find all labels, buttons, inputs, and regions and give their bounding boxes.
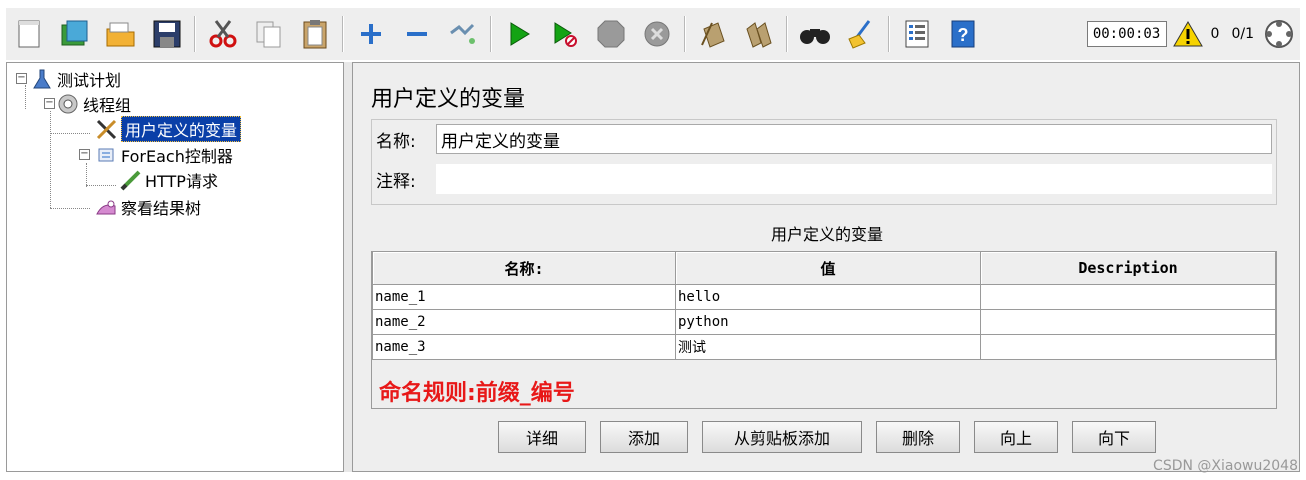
toolbar-separator [490,16,492,52]
move-down-button[interactable]: 向下 [1072,421,1156,453]
tree-item-http-request[interactable]: HTTP请求 [119,168,218,192]
config-element-icon [95,118,117,140]
add-button[interactable]: 添加 [600,421,688,453]
tree-item-test-plan[interactable]: 测试计划 [31,67,121,91]
toggle-icon[interactable] [445,16,481,52]
table-caption: 用户定义的变量 [770,225,883,244]
test-plan-icon [31,68,53,90]
cell-name[interactable]: name_1 [372,284,676,310]
tree-item-view-results-tree[interactable]: 察看结果树 [95,195,201,219]
foreach-controller-icon [95,144,117,166]
tree-item-foreach-controller[interactable]: ForEach控制器 [95,143,233,167]
cell-name[interactable]: name_2 [372,309,676,335]
start-no-pause-icon[interactable] [547,16,583,52]
tree-item-user-defined-variables[interactable]: 用户定义的变量 [95,116,242,142]
clear-icon[interactable] [695,16,731,52]
new-icon[interactable] [11,16,47,52]
stop-icon[interactable] [593,16,629,52]
delete-button[interactable]: 删除 [876,421,960,453]
name-comment-group: 名称: 用户定义的变量 注释: [371,119,1277,205]
move-up-button[interactable]: 向上 [974,421,1058,453]
tree-item-label: HTTP请求 [145,172,218,191]
cut-icon[interactable] [205,16,241,52]
cell-value[interactable]: hello [675,284,981,310]
tree-item-label: ForEach控制器 [121,147,233,166]
paste-icon[interactable] [297,16,333,52]
comment-field[interactable] [436,164,1272,194]
http-sampler-icon [119,169,141,191]
variables-table: 名称: 值 Description name_1 hello name_2 py… [372,252,1276,360]
open-icon[interactable] [103,16,139,52]
add-from-clipboard-button[interactable]: 从剪贴板添加 [702,421,862,453]
start-icon[interactable] [501,16,537,52]
toolbar-separator [888,16,890,52]
cell-description[interactable] [980,284,1276,310]
tree-collapse-toggle[interactable]: − [44,98,55,109]
clear-all-icon[interactable] [741,16,777,52]
element-editor-panel: 用户定义的变量 名称: 用户定义的变量 注释: 用户定义的变量 名称: 值 De… [352,62,1300,472]
search-icon[interactable] [797,16,833,52]
watermark: CSDN @Xiaowu2048 [1153,458,1298,474]
toolbar-separator [194,16,196,52]
comment-label: 注释: [376,171,416,192]
tree-collapse-toggle[interactable]: − [79,149,90,160]
cell-value[interactable]: python [675,309,981,335]
toolbar: ? 00:00:03 0 0/1 [6,8,1300,60]
copy-icon[interactable] [251,16,287,52]
tree-item-label: 用户定义的变量 [121,116,242,142]
warning-icon[interactable] [1172,16,1203,52]
column-header-name[interactable]: 名称: [372,252,676,285]
warning-count: 0 [1210,26,1220,42]
detail-button[interactable]: 详细 [498,421,586,453]
help-icon[interactable]: ? [945,16,981,52]
table-row[interactable]: name_3 测试 [372,334,1276,360]
name-label: 名称: [376,131,416,152]
panel-splitter[interactable] [344,62,352,472]
name-field[interactable]: 用户定义的变量 [436,124,1272,154]
tree-item-label: 线程组 [83,96,132,115]
table-row[interactable]: name_2 python [372,309,1276,335]
naming-rule-annotation: 命名规则:前缀_编号 [379,381,575,406]
svg-text:?: ? [958,25,969,45]
tree-item-label: 测试计划 [57,71,122,90]
collapse-icon[interactable] [399,16,435,52]
expand-icon[interactable] [353,16,389,52]
toolbar-separator [786,16,788,52]
cell-value[interactable]: 测试 [675,334,981,360]
tree-item-thread-group[interactable]: 线程组 [57,92,131,116]
remote-status-icon [1262,16,1296,52]
save-icon[interactable] [149,16,185,52]
cell-description[interactable] [980,334,1276,360]
templates-icon[interactable] [57,16,93,52]
column-header-description[interactable]: Description [980,252,1276,285]
toolbar-separator [684,16,686,52]
tree-collapse-toggle[interactable]: − [16,73,27,84]
shutdown-icon[interactable] [639,16,675,52]
elapsed-time-display: 00:00:03 [1086,21,1167,47]
test-plan-tree: − − − 测试计划 线程组 用户定义的变量 ForEach控制器 HTTP请求 [6,62,344,472]
cell-description[interactable] [980,309,1276,335]
column-header-value[interactable]: 值 [675,252,981,285]
toolbar-separator [342,16,344,52]
function-helper-icon[interactable] [899,16,935,52]
table-row[interactable]: name_1 hello [372,284,1276,310]
reset-search-icon[interactable] [843,16,879,52]
cell-name[interactable]: name_3 [372,334,676,360]
listener-icon [95,196,117,218]
active-threads: 0/1 [1231,26,1254,42]
tree-item-label: 察看结果树 [121,199,202,218]
page-title: 用户定义的变量 [371,87,526,112]
thread-group-icon [57,93,79,115]
table-action-buttons: 详细 添加 从剪贴板添加 删除 向上 向下 [353,421,1301,453]
